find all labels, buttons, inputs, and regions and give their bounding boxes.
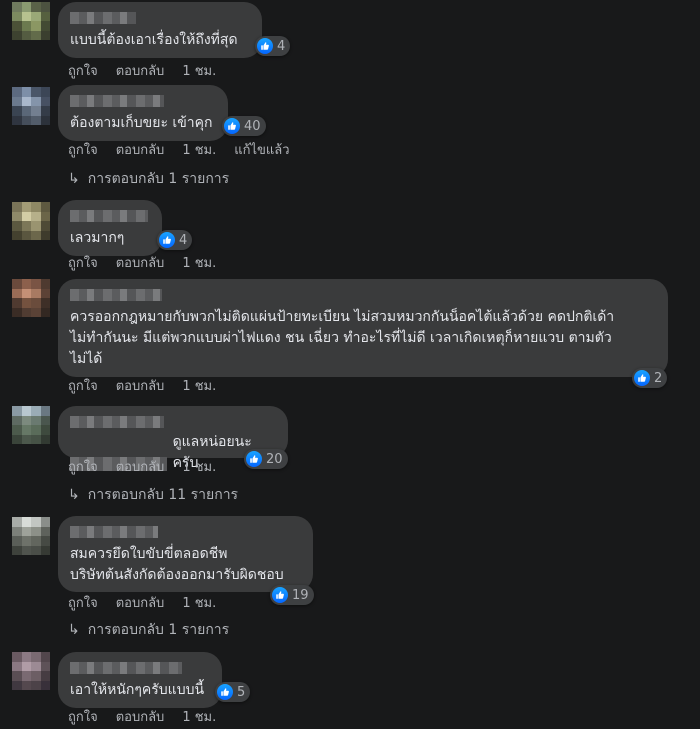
timestamp[interactable]: 1 ชม. — [182, 596, 216, 612]
comment-text: เอาให้หนักๆครับแบบนี้ — [70, 682, 205, 698]
comment-text: สมควรยึดใบขับขี่ตลอดชีพ บริษัทต้นสังกัดต… — [70, 546, 284, 583]
replies-count: การตอบกลับ 11 รายการ — [87, 487, 239, 503]
view-replies-link[interactable]: ↳ การตอบกลับ 11 รายการ — [68, 486, 238, 504]
comment-actions: ถูกใจ ตอบกลับ 1 ชม. — [68, 256, 234, 272]
comment-text: ควรออกกฎหมายกับพวกไม่ติดแผ่นป้ายทะเบียน … — [70, 309, 615, 367]
comment-actions: ถูกใจ ตอบกลับ 1 ชม. — [68, 460, 234, 476]
reply-button[interactable]: ตอบกลับ — [116, 143, 165, 159]
reply-button[interactable]: ตอบกลับ — [116, 64, 165, 80]
author-name-blurred[interactable] — [70, 416, 164, 428]
reaction-number: 4 — [277, 38, 286, 54]
edited-label[interactable]: แก้ไขแล้ว — [234, 143, 289, 159]
like-button[interactable]: ถูกใจ — [68, 460, 98, 476]
reaction-number: 20 — [266, 451, 283, 467]
author-name-blurred[interactable] — [70, 12, 136, 24]
reply-arrow-icon: ↳ — [68, 622, 80, 638]
replies-count: การตอบกลับ 1 รายการ — [87, 622, 230, 638]
reaction-count[interactable]: 40 — [222, 116, 266, 136]
like-reaction-icon — [634, 370, 650, 386]
comment-bubble: ต้องตามเก็บขยะ เข้าคุก — [58, 85, 228, 141]
author-name-blurred[interactable] — [70, 95, 164, 107]
reply-button[interactable]: ตอบกลับ — [116, 460, 165, 476]
reply-arrow-icon: ↳ — [68, 487, 80, 503]
like-reaction-icon — [224, 118, 240, 134]
avatar[interactable] — [12, 202, 50, 240]
view-replies-link[interactable]: ↳ การตอบกลับ 1 รายการ — [68, 621, 229, 639]
comment-actions: ถูกใจ ตอบกลับ 1 ชม. — [68, 379, 234, 395]
reaction-number: 5 — [237, 684, 246, 700]
replies-count: การตอบกลับ 1 รายการ — [87, 171, 230, 187]
like-reaction-icon — [257, 38, 273, 54]
comment-text: เลวมากๆ — [70, 230, 125, 246]
comment-bubble: เลวมากๆ — [58, 200, 162, 256]
like-button[interactable]: ถูกใจ — [68, 379, 98, 395]
like-button[interactable]: ถูกใจ — [68, 710, 98, 726]
comment-text: ต้องตามเก็บขยะ เข้าคุก — [70, 115, 213, 131]
reaction-number: 4 — [179, 232, 188, 248]
timestamp[interactable]: 1 ชม. — [182, 143, 216, 159]
reply-button[interactable]: ตอบกลับ — [116, 710, 165, 726]
comment-bubble: เอาให้หนักๆครับแบบนี้ — [58, 652, 222, 708]
reaction-number: 2 — [654, 370, 663, 386]
avatar[interactable] — [12, 517, 50, 555]
like-reaction-icon — [272, 587, 288, 603]
timestamp[interactable]: 1 ชม. — [182, 256, 216, 272]
reaction-count[interactable]: 5 — [215, 682, 251, 702]
timestamp[interactable]: 1 ชม. — [182, 64, 216, 80]
reaction-count[interactable]: 2 — [632, 368, 668, 388]
comment-actions: ถูกใจ ตอบกลับ 1 ชม. — [68, 596, 234, 612]
avatar[interactable] — [12, 279, 50, 317]
comment-text: แบบนี้ต้องเอาเรื่องให้ถึงที่สุด — [70, 32, 238, 48]
timestamp[interactable]: 1 ชม. — [182, 710, 216, 726]
reaction-count[interactable]: 20 — [244, 449, 288, 469]
reaction-number: 19 — [292, 587, 309, 603]
timestamp[interactable]: 1 ชม. — [182, 460, 216, 476]
view-replies-link[interactable]: ↳ การตอบกลับ 1 รายการ — [68, 170, 229, 188]
author-name-blurred[interactable] — [70, 289, 162, 301]
like-reaction-icon — [217, 684, 233, 700]
like-button[interactable]: ถูกใจ — [68, 64, 98, 80]
avatar[interactable] — [12, 652, 50, 690]
reply-arrow-icon: ↳ — [68, 171, 80, 187]
reaction-count[interactable]: 4 — [157, 230, 193, 250]
avatar[interactable] — [12, 2, 50, 40]
like-button[interactable]: ถูกใจ — [68, 596, 98, 612]
reply-button[interactable]: ตอบกลับ — [116, 256, 165, 272]
reply-button[interactable]: ตอบกลับ — [116, 596, 165, 612]
avatar[interactable] — [12, 406, 50, 444]
comment-bubble: แบบนี้ต้องเอาเรื่องให้ถึงที่สุด — [58, 2, 262, 58]
comment-actions: ถูกใจ ตอบกลับ 1 ชม. — [68, 710, 234, 726]
author-name-blurred[interactable] — [70, 526, 158, 538]
comment-actions: ถูกใจ ตอบกลับ 1 ชม. — [68, 64, 234, 80]
comments-feed: แบบนี้ต้องเอาเรื่องให้ถึงที่สุด 4 ถูกใจ … — [0, 0, 700, 729]
author-name-blurred[interactable] — [70, 662, 182, 674]
reaction-count[interactable]: 19 — [270, 585, 314, 605]
timestamp[interactable]: 1 ชม. — [182, 379, 216, 395]
reply-button[interactable]: ตอบกลับ — [116, 379, 165, 395]
avatar[interactable] — [12, 87, 50, 125]
like-reaction-icon — [159, 232, 175, 248]
like-button[interactable]: ถูกใจ — [68, 143, 98, 159]
comment-bubble: ควรออกกฎหมายกับพวกไม่ติดแผ่นป้ายทะเบียน … — [58, 279, 668, 377]
like-button[interactable]: ถูกใจ — [68, 256, 98, 272]
comment-actions: ถูกใจ ตอบกลับ 1 ชม. แก้ไขแล้ว — [68, 143, 308, 159]
reaction-number: 40 — [244, 118, 261, 134]
author-name-blurred[interactable] — [70, 210, 148, 222]
reaction-count[interactable]: 4 — [255, 36, 291, 56]
like-reaction-icon — [246, 451, 262, 467]
comment-bubble: สมควรยึดใบขับขี่ตลอดชีพ บริษัทต้นสังกัดต… — [58, 516, 313, 592]
